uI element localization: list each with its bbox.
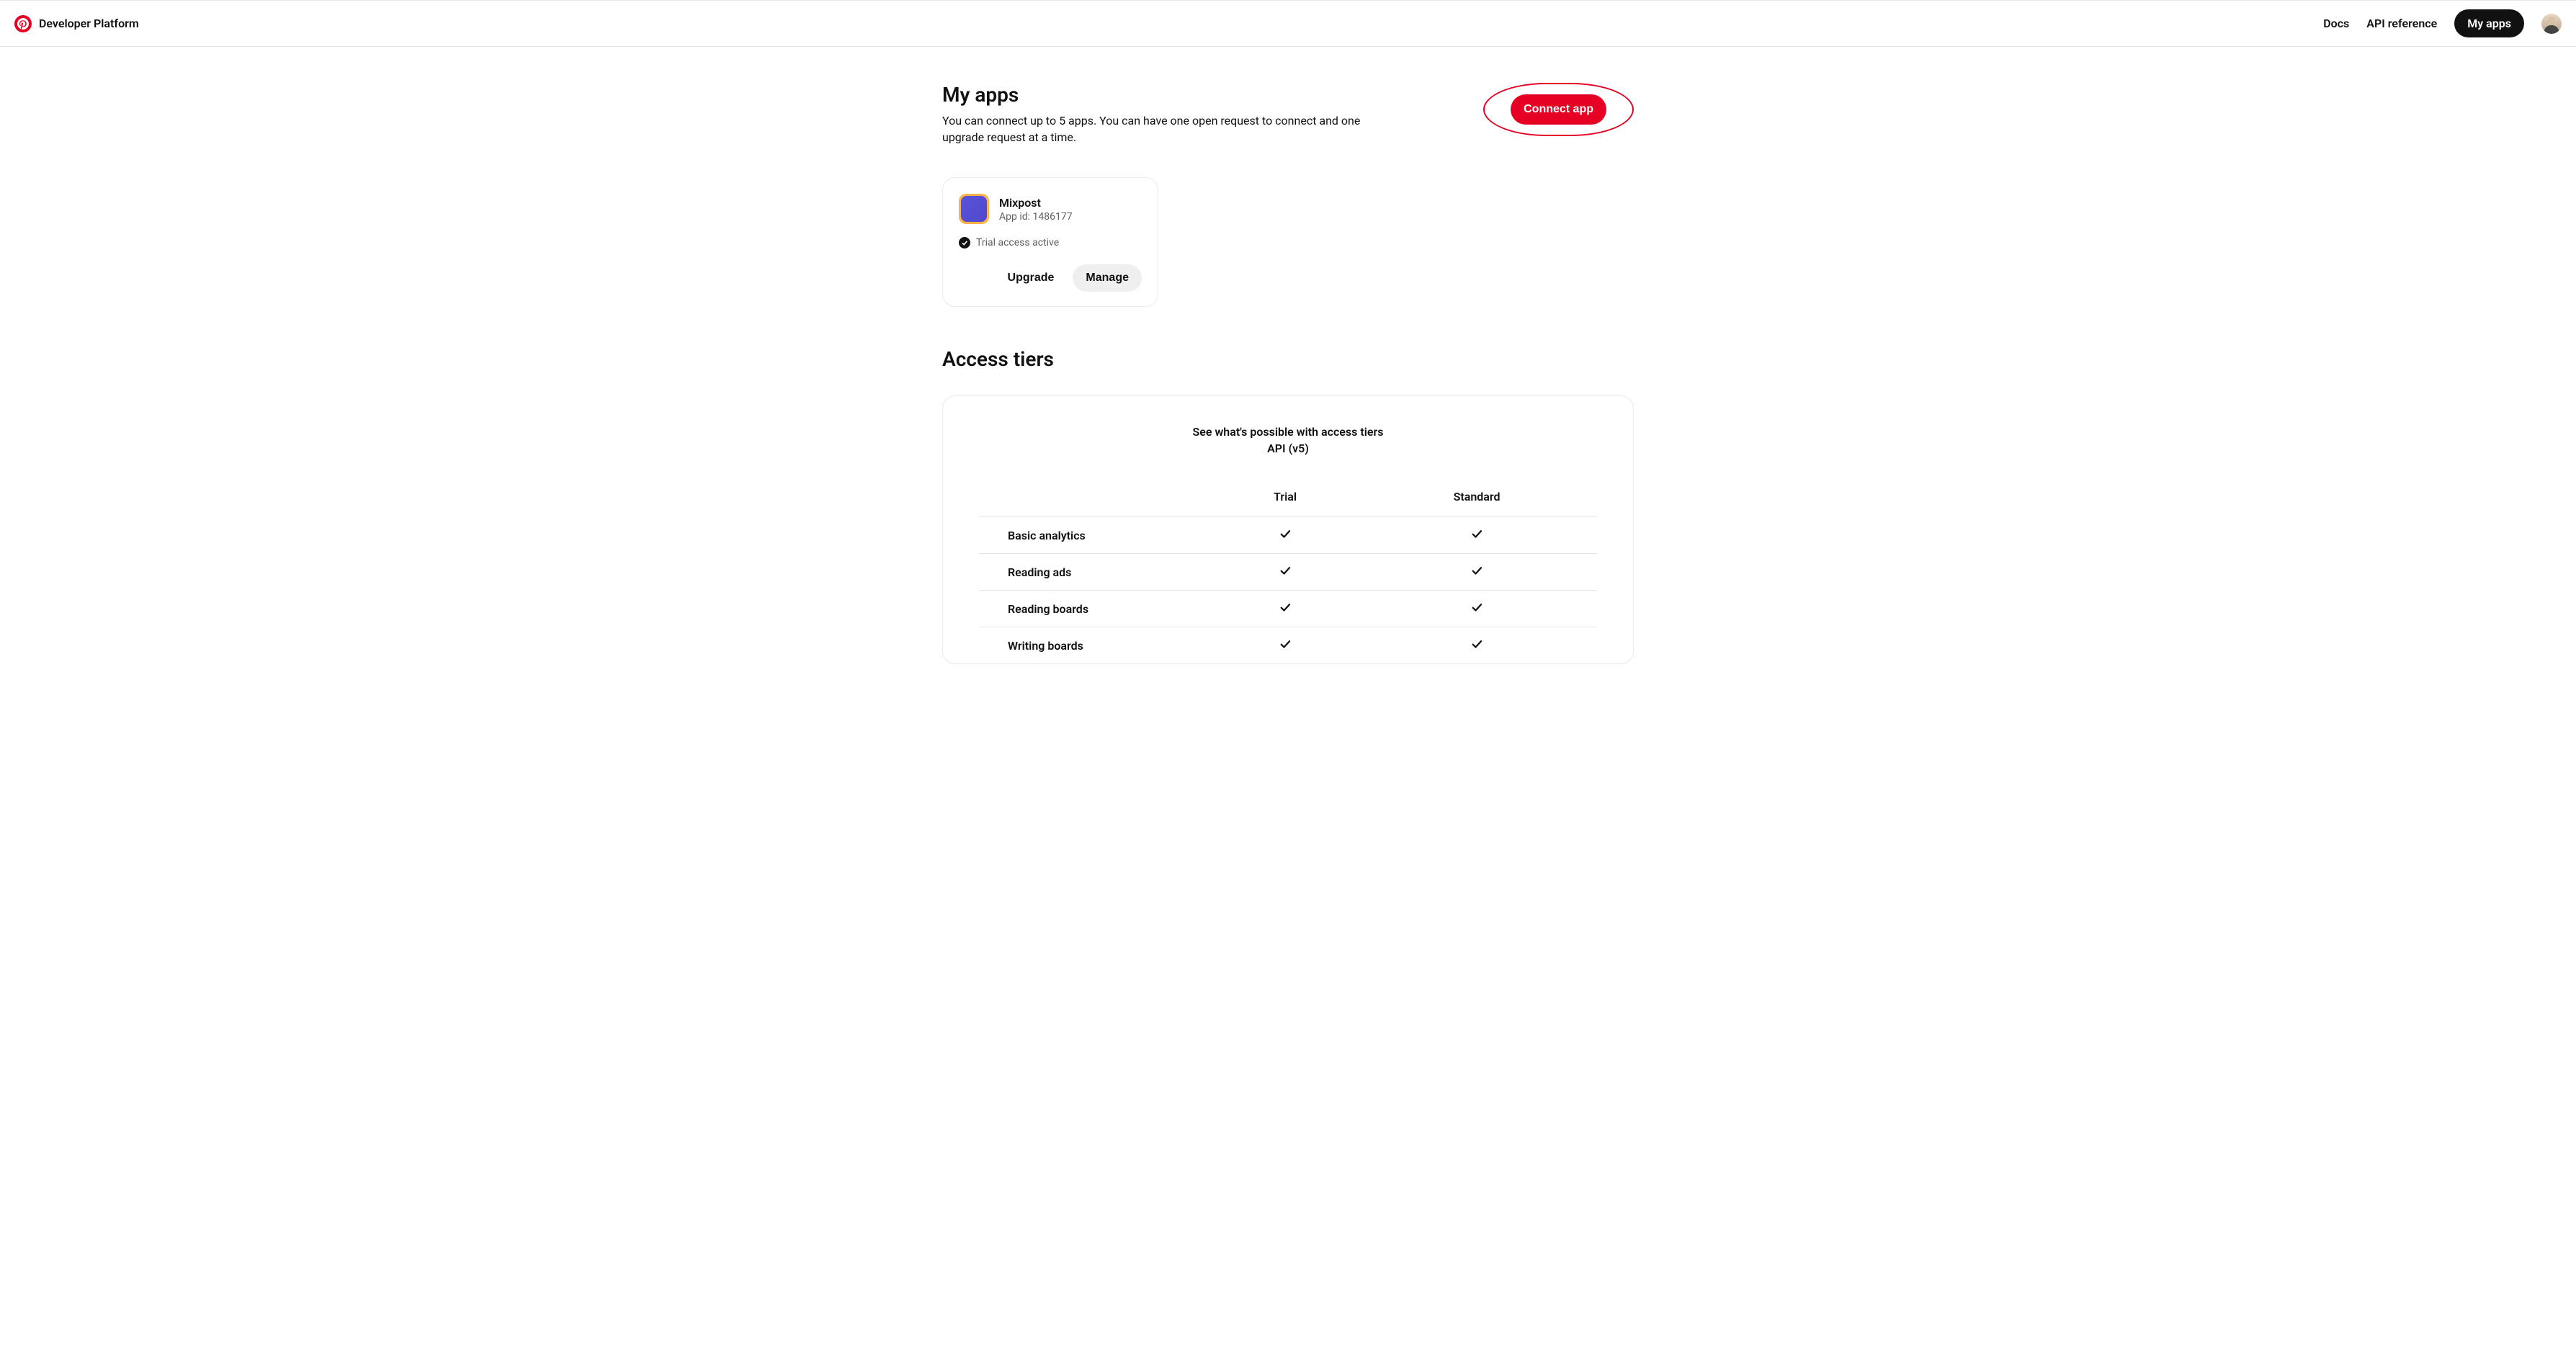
standard-cell	[1356, 554, 1597, 591]
check-icon	[1279, 601, 1292, 614]
platform-title[interactable]: Developer Platform	[39, 17, 139, 30]
col-trial: Trial	[1214, 481, 1356, 517]
check-icon	[1279, 527, 1292, 540]
standard-cell	[1356, 627, 1597, 664]
connect-app-highlight: Connect app	[1483, 83, 1634, 136]
check-circle-icon	[959, 237, 970, 249]
nav-api-reference[interactable]: API reference	[2366, 17, 2437, 30]
table-row: Basic analytics	[979, 517, 1597, 554]
trial-cell	[1214, 517, 1356, 554]
page-subtitle: You can connect up to 5 apps. You can ha…	[942, 112, 1403, 145]
tiers-card: See what's possible with access tiers AP…	[942, 395, 1634, 664]
status-row: Trial access active	[959, 237, 1142, 249]
check-icon	[1470, 564, 1483, 577]
pinterest-logo-icon[interactable]	[14, 15, 32, 32]
manage-button[interactable]: Manage	[1073, 264, 1142, 292]
page-title: My apps	[942, 83, 1403, 107]
connect-app-button[interactable]: Connect app	[1511, 94, 1606, 125]
nav-docs[interactable]: Docs	[2323, 17, 2349, 30]
nav-my-apps[interactable]: My apps	[2454, 9, 2524, 37]
tiers-card-head: See what's possible with access tiers AP…	[979, 425, 1597, 455]
app-name: Mixpost	[999, 196, 1073, 210]
feature-cell: Basic analytics	[979, 517, 1214, 554]
upgrade-button[interactable]: Upgrade	[1001, 266, 1062, 290]
table-row: Reading boards	[979, 591, 1597, 627]
feature-cell: Reading boards	[979, 591, 1214, 627]
app-id: App id: 1486177	[999, 211, 1073, 223]
col-feature	[979, 481, 1214, 517]
header-nav: Docs API reference My apps	[2323, 9, 2562, 37]
avatar[interactable]	[2541, 14, 2562, 34]
header-left: Developer Platform	[14, 15, 139, 32]
trial-cell	[1214, 627, 1356, 664]
trial-cell	[1214, 554, 1356, 591]
access-tiers-title: Access tiers	[942, 347, 1634, 371]
table-row: Reading ads	[979, 554, 1597, 591]
check-icon	[1470, 527, 1483, 540]
header: Developer Platform Docs API reference My…	[0, 0, 2576, 47]
app-icon	[959, 194, 989, 224]
card-actions: Upgrade Manage	[959, 264, 1142, 292]
main-container: My apps You can connect up to 5 apps. Yo…	[928, 47, 1648, 693]
col-standard: Standard	[1356, 481, 1597, 517]
check-icon	[1470, 637, 1483, 650]
feature-cell: Reading ads	[979, 554, 1214, 591]
check-icon	[1279, 637, 1292, 650]
standard-cell	[1356, 517, 1597, 554]
app-card-meta: Mixpost App id: 1486177	[999, 196, 1073, 223]
check-icon	[1470, 601, 1483, 614]
page-head: My apps You can connect up to 5 apps. Yo…	[942, 83, 1634, 145]
tiers-head-line1: See what's possible with access tiers	[979, 425, 1597, 439]
app-card: Mixpost App id: 1486177 Trial access act…	[942, 177, 1158, 307]
check-icon	[1279, 564, 1292, 577]
page-head-text: My apps You can connect up to 5 apps. Yo…	[942, 83, 1403, 145]
status-text: Trial access active	[976, 237, 1059, 249]
table-row: Writing boards	[979, 627, 1597, 664]
app-card-header: Mixpost App id: 1486177	[959, 194, 1142, 224]
app-icon-inner	[961, 196, 987, 222]
feature-cell: Writing boards	[979, 627, 1214, 664]
tiers-table: Trial Standard Basic analyticsReading ad…	[979, 481, 1597, 663]
trial-cell	[1214, 591, 1356, 627]
standard-cell	[1356, 591, 1597, 627]
tiers-head-line2: API (v5)	[979, 442, 1597, 455]
